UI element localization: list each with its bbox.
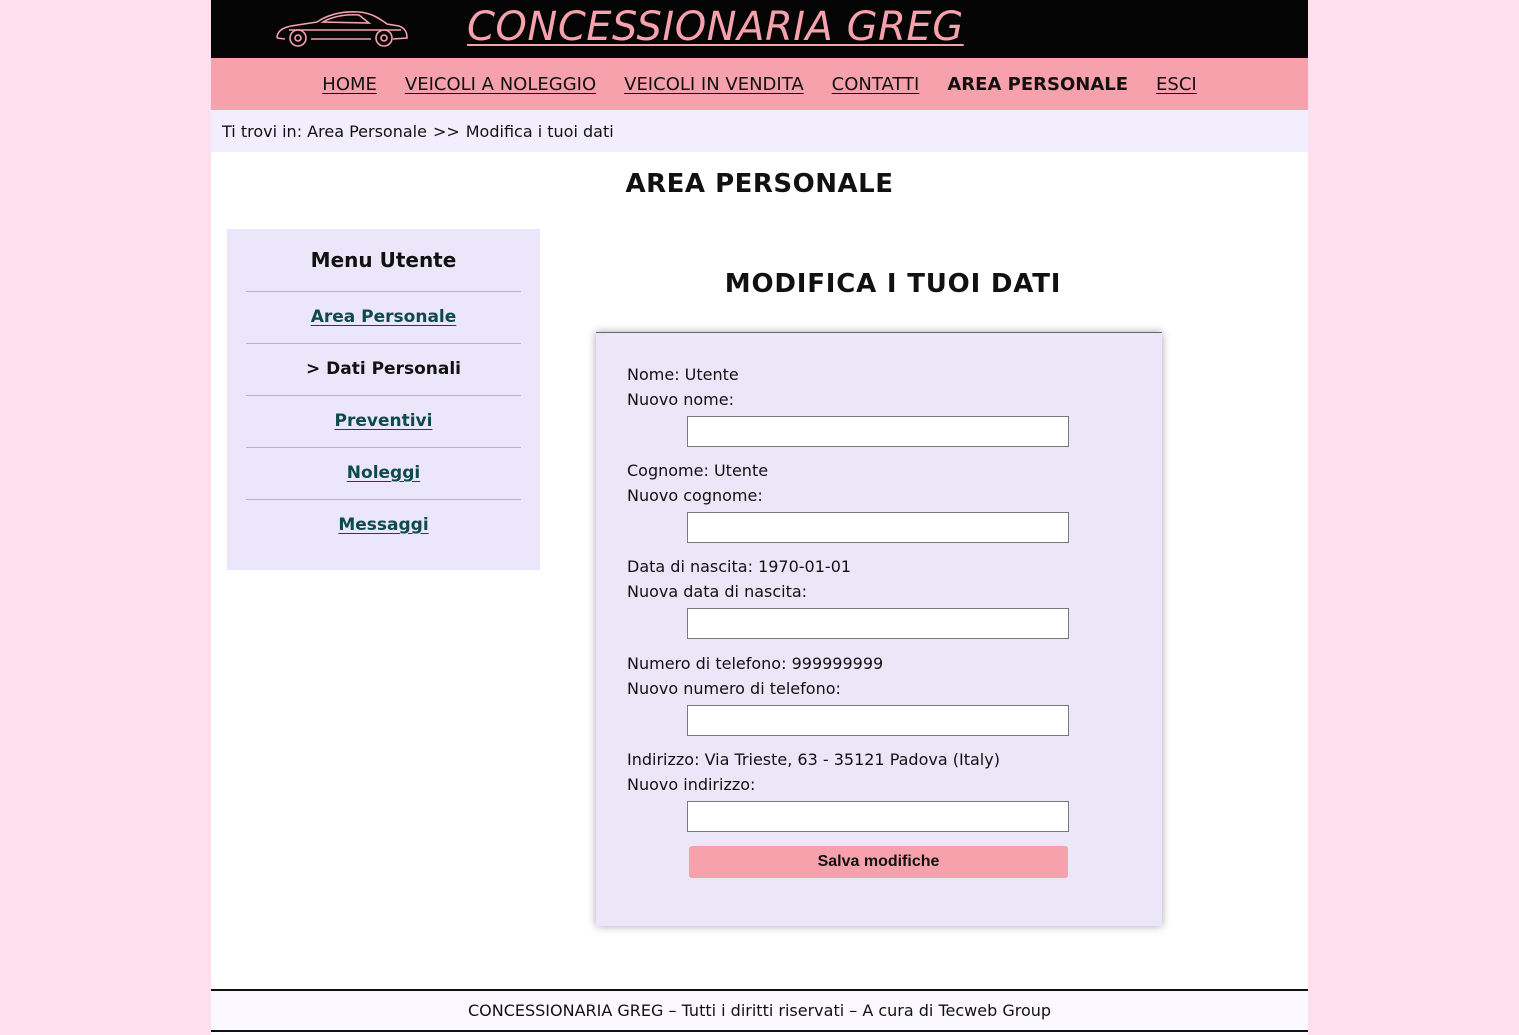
cognome-input[interactable] bbox=[687, 512, 1069, 543]
breadcrumb-separator: >> bbox=[432, 121, 460, 141]
new-nome-label: Nuovo nome: bbox=[627, 390, 734, 409]
menu-current-dati-personali: > Dati Personali bbox=[305, 359, 462, 379]
field-data-nascita: Data di nascita: 1970-01-01 Nuova data d… bbox=[627, 554, 1107, 639]
site-header: CONCESSIONARIA GREG bbox=[211, 0, 1308, 58]
section-title: MODIFICA I TUOI DATI bbox=[724, 269, 1062, 299]
menu-link-messaggi[interactable]: Messaggi bbox=[338, 515, 428, 535]
nav-contatti[interactable]: CONTATTI bbox=[832, 74, 920, 95]
nav-veicoli-noleggio[interactable]: VEICOLI A NOLEGGIO bbox=[405, 74, 596, 95]
field-indirizzo: Indirizzo: Via Trieste, 63 - 35121 Padov… bbox=[627, 747, 1107, 832]
page-container: CONCESSIONARIA GREG HOME VEICOLI A NOLEG… bbox=[211, 0, 1308, 1035]
field-cognome: Cognome: Utente Nuovo cognome: bbox=[627, 458, 1107, 543]
footer-text: CONCESSIONARIA GREG – Tutti i diritti ri… bbox=[467, 1001, 1052, 1020]
current-nome-value: Utente bbox=[684, 365, 739, 384]
menu-link-area-personale[interactable]: Area Personale bbox=[311, 307, 457, 327]
menu-item-dati-personali: > Dati Personali bbox=[246, 344, 521, 396]
menu-link-noleggi[interactable]: Noleggi bbox=[347, 463, 420, 483]
current-data-nascita-value: 1970-01-01 bbox=[758, 557, 852, 576]
main-nav: HOME VEICOLI A NOLEGGIO VEICOLI IN VENDI… bbox=[211, 58, 1308, 110]
breadcrumb-prefix: Ti trovi in: bbox=[222, 121, 303, 141]
current-cognome-value: Utente bbox=[713, 461, 769, 480]
breadcrumb: Ti trovi in: Area Personale >> Modifica i … bbox=[211, 110, 1308, 152]
menu-item-messaggi: Messaggi bbox=[246, 500, 521, 551]
new-data-nascita-label: Nuova data di nascita: bbox=[627, 582, 808, 601]
current-data-nascita-label: Data di nascita: bbox=[627, 557, 753, 576]
car-icon[interactable] bbox=[273, 8, 409, 48]
current-indirizzo-label: Indirizzo: bbox=[627, 750, 700, 769]
user-menu-title: Menu Utente bbox=[246, 229, 521, 292]
breadcrumb-parent: Area Personale bbox=[307, 121, 427, 141]
nav-area-personale: AREA PERSONALE bbox=[947, 73, 1129, 95]
menu-item-noleggi: Noleggi bbox=[246, 448, 521, 500]
field-nome: Nome: Utente Nuovo nome: bbox=[627, 362, 1107, 447]
user-menu: Menu Utente Area Personale > Dati Person… bbox=[227, 229, 540, 570]
nav-home[interactable]: HOME bbox=[322, 74, 377, 95]
current-cognome-label: Cognome: bbox=[627, 461, 709, 480]
current-data-nascita: Data di nascita: 1970-01-01 bbox=[627, 554, 1107, 579]
indirizzo-input[interactable] bbox=[687, 801, 1069, 832]
telefono-input[interactable] bbox=[687, 705, 1069, 736]
current-nome-label: Nome: bbox=[627, 365, 680, 384]
site-title[interactable]: CONCESSIONARIA GREG bbox=[467, 3, 964, 51]
current-nome: Nome: Utente bbox=[627, 362, 1107, 387]
current-indirizzo: Indirizzo: Via Trieste, 63 - 35121 Padov… bbox=[627, 747, 1107, 772]
nav-esci[interactable]: ESCI bbox=[1156, 74, 1197, 95]
new-indirizzo-label: Nuovo indirizzo: bbox=[627, 775, 756, 794]
current-cognome: Cognome: Utente bbox=[627, 458, 1107, 483]
breadcrumb-current: Modifica i tuoi dati bbox=[465, 121, 614, 141]
user-menu-list: Area Personale > Dati Personali Preventi… bbox=[246, 292, 521, 551]
data-nascita-input[interactable] bbox=[687, 608, 1069, 639]
current-telefono: Numero di telefono: 999999999 bbox=[627, 651, 1107, 676]
field-telefono: Numero di telefono: 999999999 Nuovo nume… bbox=[627, 651, 1107, 736]
menu-link-preventivi[interactable]: Preventivi bbox=[335, 411, 433, 431]
save-button[interactable]: Salva modifiche bbox=[689, 846, 1068, 878]
new-telefono-label: Nuovo numero di telefono: bbox=[627, 679, 841, 698]
current-indirizzo-value: Via Trieste, 63 - 35121 Padova (Italy) bbox=[704, 750, 1000, 769]
page-title: AREA PERSONALE bbox=[625, 169, 894, 199]
nome-input[interactable] bbox=[687, 416, 1069, 447]
current-telefono-value: 999999999 bbox=[791, 654, 884, 673]
nav-veicoli-vendita[interactable]: VEICOLI IN VENDITA bbox=[624, 74, 804, 95]
new-cognome-label: Nuovo cognome: bbox=[627, 486, 763, 505]
menu-item-area-personale: Area Personale bbox=[246, 292, 521, 344]
edit-data-form: Nome: Utente Nuovo nome: Cognome: Utente… bbox=[596, 332, 1162, 926]
current-telefono-label: Numero di telefono: bbox=[627, 654, 787, 673]
menu-item-preventivi: Preventivi bbox=[246, 396, 521, 448]
site-footer: CONCESSIONARIA GREG – Tutti i diritti ri… bbox=[211, 989, 1308, 1032]
